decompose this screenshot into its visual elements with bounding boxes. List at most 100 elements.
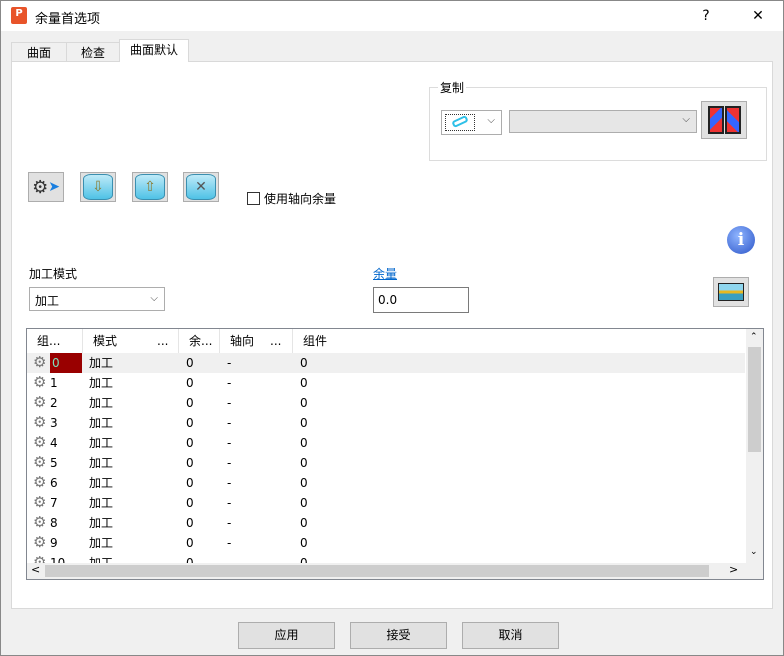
- horizontal-scroll-thumb[interactable]: [45, 565, 709, 577]
- cell-mode[interactable]: 加工: [89, 433, 113, 453]
- scroll-up-icon[interactable]: ⌃: [750, 332, 758, 342]
- cell-group[interactable]: 7: [50, 493, 58, 513]
- col-header-axial[interactable]: 轴向...: [220, 329, 293, 353]
- cell-component[interactable]: 0: [300, 473, 308, 493]
- col-header-mode[interactable]: 模式...: [83, 329, 179, 353]
- export-button[interactable]: ⇧: [132, 172, 168, 202]
- checkbox-box[interactable]: [247, 192, 260, 205]
- table-row[interactable]: ⚙ 3 加工 0 - 0: [27, 413, 745, 433]
- cell-group[interactable]: 2: [50, 393, 58, 413]
- cell-group[interactable]: 6: [50, 473, 58, 493]
- pick-allowance-button[interactable]: [713, 277, 749, 307]
- delete-icon: ✕: [186, 174, 216, 200]
- import-button[interactable]: ⇩: [80, 172, 116, 202]
- tab-check[interactable]: 检查: [66, 42, 120, 62]
- allowance-table: 组... 模式... 余... 轴向... 组件 ⚙ 0 加工 0 - 0 ⚙ 1…: [26, 328, 764, 580]
- tab-surface-default[interactable]: 曲面默认: [119, 39, 189, 62]
- copy-target-combo[interactable]: ⌵: [509, 110, 697, 133]
- cell-axial[interactable]: -: [227, 353, 231, 373]
- cell-axial[interactable]: -: [227, 393, 231, 413]
- tab-surface[interactable]: 曲面: [11, 42, 67, 62]
- cell-allowance[interactable]: 0: [186, 373, 194, 393]
- cell-mode[interactable]: 加工: [89, 413, 113, 433]
- col-header-group[interactable]: 组...: [27, 329, 83, 353]
- help-button[interactable]: ?: [691, 5, 721, 27]
- cell-allowance[interactable]: 0: [186, 513, 194, 533]
- cell-mode[interactable]: 加工: [89, 453, 113, 473]
- select-surface-button[interactable]: ⚙ ➤: [28, 172, 64, 202]
- copy-type-combo[interactable]: ⌵: [441, 110, 502, 135]
- cell-axial[interactable]: -: [227, 453, 231, 473]
- cell-component[interactable]: 0: [300, 353, 308, 373]
- apply-button[interactable]: 应用: [238, 622, 335, 649]
- allowance-input[interactable]: 0.0: [373, 287, 469, 313]
- chevron-down-icon: ⌵: [150, 293, 158, 304]
- table-row[interactable]: ⚙ 8 加工 0 - 0: [27, 513, 745, 533]
- cell-component[interactable]: 0: [300, 493, 308, 513]
- cell-mode[interactable]: 加工: [89, 533, 113, 553]
- cell-component[interactable]: 0: [300, 533, 308, 553]
- cell-allowance[interactable]: 0: [186, 433, 194, 453]
- scroll-down-icon[interactable]: ⌄: [750, 547, 758, 557]
- scroll-right-icon[interactable]: >: [729, 563, 738, 576]
- table-row[interactable]: ⚙ 0 加工 0 - 0: [27, 353, 745, 373]
- table-row[interactable]: ⚙ 2 加工 0 - 0: [27, 393, 745, 413]
- cell-allowance[interactable]: 0: [186, 353, 194, 373]
- cell-mode[interactable]: 加工: [89, 393, 113, 413]
- cell-group[interactable]: 8: [50, 513, 58, 533]
- chevron-down-icon: ⌵: [682, 114, 690, 125]
- cell-allowance[interactable]: 0: [186, 533, 194, 553]
- delete-button[interactable]: ✕: [183, 172, 219, 202]
- vertical-scrollbar[interactable]: ⌃ ⌄: [746, 329, 763, 564]
- cell-axial[interactable]: -: [227, 533, 231, 553]
- cell-allowance[interactable]: 0: [186, 413, 194, 433]
- table-row[interactable]: ⚙ 5 加工 0 - 0: [27, 453, 745, 473]
- cell-group[interactable]: 9: [50, 533, 58, 553]
- close-button[interactable]: ✕: [743, 5, 773, 27]
- horizontal-scrollbar[interactable]: < >: [27, 563, 763, 579]
- cell-allowance[interactable]: 0: [186, 473, 194, 493]
- table-row[interactable]: ⚙ 1 加工 0 - 0: [27, 373, 745, 393]
- cell-axial[interactable]: -: [227, 513, 231, 533]
- cancel-button[interactable]: 取消: [462, 622, 559, 649]
- cell-component[interactable]: 0: [300, 513, 308, 533]
- cell-mode[interactable]: 加工: [89, 493, 113, 513]
- cell-component[interactable]: 0: [300, 453, 308, 473]
- cell-axial[interactable]: -: [227, 373, 231, 393]
- vertical-scroll-thumb[interactable]: [748, 347, 761, 452]
- copy-button[interactable]: [701, 101, 747, 139]
- cell-group[interactable]: 5: [50, 453, 58, 473]
- cell-allowance[interactable]: 0: [186, 493, 194, 513]
- table-row[interactable]: ⚙ 4 加工 0 - 0: [27, 433, 745, 453]
- accept-button[interactable]: 接受: [350, 622, 447, 649]
- col-header-component[interactable]: 组件: [293, 329, 493, 353]
- col-header-allowance[interactable]: 余...: [179, 329, 220, 353]
- cell-group[interactable]: 4: [50, 433, 58, 453]
- info-icon[interactable]: i: [727, 226, 755, 254]
- cell-allowance[interactable]: 0: [186, 453, 194, 473]
- cell-mode[interactable]: 加工: [89, 353, 113, 373]
- cell-mode[interactable]: 加工: [89, 473, 113, 493]
- cell-axial[interactable]: -: [227, 493, 231, 513]
- mode-combo[interactable]: 加工 ⌵: [29, 287, 165, 311]
- cell-component[interactable]: 0: [300, 373, 308, 393]
- cell-mode[interactable]: 加工: [89, 513, 113, 533]
- pick-icon: [718, 283, 744, 301]
- cell-group[interactable]: 0: [50, 353, 82, 373]
- cell-component[interactable]: 0: [300, 393, 308, 413]
- cell-component[interactable]: 0: [300, 433, 308, 453]
- cell-mode[interactable]: 加工: [89, 373, 113, 393]
- scroll-left-icon[interactable]: <: [31, 563, 40, 576]
- allowance-link[interactable]: 余量: [373, 265, 397, 282]
- table-row[interactable]: ⚙ 6 加工 0 - 0: [27, 473, 745, 493]
- cell-group[interactable]: 3: [50, 413, 58, 433]
- axial-allowance-checkbox[interactable]: 使用轴向余量: [247, 190, 336, 207]
- cell-group[interactable]: 1: [50, 373, 58, 393]
- cell-axial[interactable]: -: [227, 413, 231, 433]
- table-row[interactable]: ⚙ 7 加工 0 - 0: [27, 493, 745, 513]
- cell-allowance[interactable]: 0: [186, 393, 194, 413]
- cell-component[interactable]: 0: [300, 413, 308, 433]
- table-row[interactable]: ⚙ 9 加工 0 - 0: [27, 533, 745, 553]
- cell-axial[interactable]: -: [227, 473, 231, 493]
- cell-axial[interactable]: -: [227, 433, 231, 453]
